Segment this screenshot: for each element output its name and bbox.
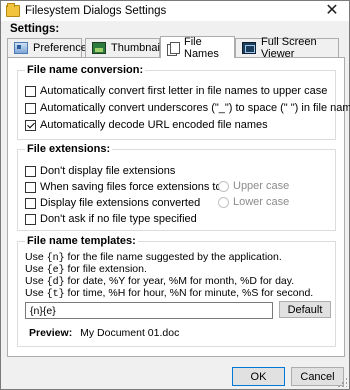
checkbox[interactable]	[25, 165, 36, 177]
tab-label: Preferences	[33, 42, 93, 54]
file-names-icon	[167, 41, 180, 56]
default-button[interactable]: Default	[279, 301, 331, 318]
tab-label: File Names	[184, 35, 219, 60]
radio-label: Lower case	[233, 196, 290, 208]
group-title: File name conversion:	[25, 64, 146, 76]
radio-button[interactable]	[218, 196, 229, 208]
full-screen-viewer-icon	[242, 42, 256, 54]
group-title: File extensions:	[25, 143, 113, 155]
preview-value: My Document 01.doc	[80, 327, 180, 339]
tab-strip: Preferences Thumbnails File Names Full S…	[7, 35, 347, 60]
convert-underscores-option[interactable]: Automatically convert underscores ("_") …	[25, 101, 350, 115]
tab-thumbnails[interactable]: Thumbnails	[85, 38, 168, 57]
tab-full-screen-viewer[interactable]: Full Screen Viewer	[235, 36, 339, 60]
option-label: Don't ask if no file type specified	[40, 213, 197, 225]
file-name-conversion-group: File name conversion: Automatically conv…	[17, 64, 350, 140]
preview: Preview: My Document 01.doc	[29, 327, 179, 339]
radio-button[interactable]	[218, 180, 229, 192]
option-label: Don't display file extensions	[40, 165, 176, 177]
thumbnails-icon	[92, 42, 106, 54]
checkbox[interactable]	[25, 197, 36, 209]
checkbox[interactable]	[25, 102, 36, 114]
preferences-icon	[14, 42, 28, 54]
option-label: When saving files force extensions to:	[40, 181, 225, 193]
file-extensions-group: File extensions: Don't display file exte…	[17, 143, 336, 231]
settings-dialog: Filesystem Dialogs Settings ✕ Settings: …	[0, 0, 350, 390]
title-bar: Filesystem Dialogs Settings ✕	[1, 1, 349, 21]
cancel-button[interactable]: Cancel	[291, 367, 344, 386]
template-help-line: Use {t} for time, %H for hour, %N for mi…	[25, 287, 314, 300]
template-input[interactable]: {n}{e}	[25, 302, 273, 319]
preview-label: Preview:	[29, 327, 73, 339]
checkbox[interactable]	[25, 85, 36, 97]
checkbox[interactable]	[25, 181, 36, 193]
close-button[interactable]: ✕	[323, 2, 341, 20]
checkbox[interactable]	[25, 213, 36, 225]
lower-case-radio[interactable]: Lower case	[218, 195, 289, 209]
force-extensions-option[interactable]: When saving files force extensions to:	[25, 180, 225, 194]
radio-label: Upper case	[233, 180, 290, 192]
upper-case-radio[interactable]: Upper case	[218, 179, 289, 193]
tab-preferences[interactable]: Preferences	[7, 38, 92, 57]
option-label: Automatically convert first letter in fi…	[40, 85, 328, 97]
checkbox[interactable]	[25, 119, 36, 131]
folder-icon	[6, 3, 20, 17]
file-names-panel: File name conversion: Automatically conv…	[7, 57, 350, 357]
ok-button[interactable]: OK	[232, 367, 285, 386]
decode-url-option[interactable]: Automatically decode URL encoded file na…	[25, 118, 268, 132]
group-title: File name templates:	[25, 235, 138, 247]
tab-file-names[interactable]: File Names	[160, 35, 235, 60]
option-label: Automatically decode URL encoded file na…	[40, 119, 268, 131]
no-file-type-ask-option[interactable]: Don't ask if no file type specified	[25, 212, 197, 226]
window-title: Filesystem Dialogs Settings	[25, 5, 167, 17]
display-extensions-converted-option[interactable]: Display file extensions converted	[25, 196, 200, 210]
hide-extensions-option[interactable]: Don't display file extensions	[25, 164, 175, 178]
file-name-templates-group: File name templates: Use {n} for the fil…	[17, 235, 336, 347]
settings-heading: Settings:	[10, 23, 60, 35]
option-label: Automatically convert underscores ("_") …	[40, 102, 350, 114]
convert-first-letter-option[interactable]: Automatically convert first letter in fi…	[25, 84, 327, 98]
option-label: Display file extensions converted	[40, 197, 201, 209]
